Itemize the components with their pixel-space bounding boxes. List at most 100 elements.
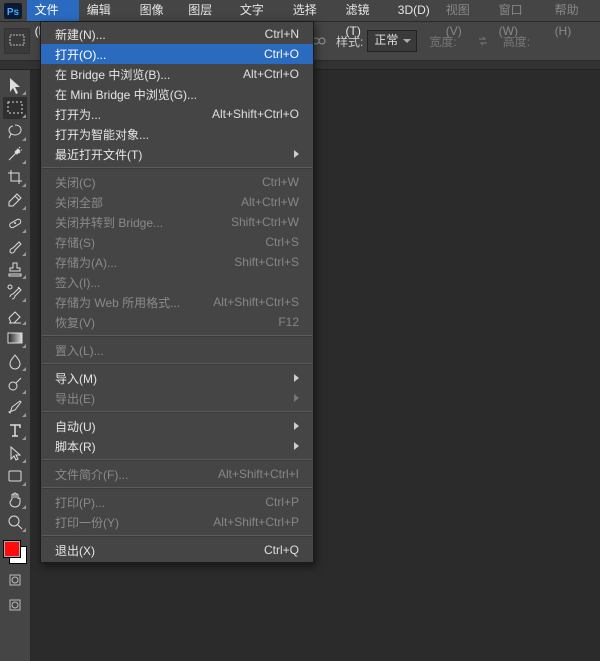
- menubar-item[interactable]: 帮助(H): [547, 0, 600, 21]
- menu-item-shortcut: Ctrl+P: [265, 495, 299, 509]
- menu-item[interactable]: 导入(M): [41, 368, 313, 388]
- menu-item-label: 最近打开文件(T): [55, 146, 142, 163]
- menubar-item[interactable]: 编辑(E): [79, 0, 132, 21]
- menu-item-shortcut: Alt+Shift+Ctrl+I: [218, 467, 299, 481]
- history-brush-tool[interactable]: [3, 281, 27, 303]
- eyedropper-tool[interactable]: [3, 189, 27, 211]
- menubar-item[interactable]: 文字(Y): [232, 0, 285, 21]
- tool-preset-picker[interactable]: [4, 28, 30, 54]
- menu-item: 恢复(V) F12: [41, 312, 313, 332]
- flyout-indicator-icon: [22, 321, 26, 325]
- eraser-tool[interactable]: [3, 304, 27, 326]
- submenu-arrow-icon: [294, 394, 299, 402]
- flyout-indicator-icon: [22, 160, 26, 164]
- style-select[interactable]: 正常: [367, 30, 417, 52]
- menu-item: 存储(S)Ctrl+S: [41, 232, 313, 252]
- menu-item: 打印(P)... Ctrl+P: [41, 492, 313, 512]
- menu-item-label: 存储(S): [55, 234, 95, 251]
- flyout-indicator-icon: [22, 137, 26, 141]
- menu-item[interactable]: 退出(X) Ctrl+Q: [41, 540, 313, 560]
- menu-item-label: 新建(N)...: [55, 26, 106, 43]
- flyout-indicator-icon: [22, 275, 26, 279]
- menu-item[interactable]: 最近打开文件(T): [41, 144, 313, 164]
- menu-item[interactable]: 打开(O)...Ctrl+O: [41, 44, 313, 64]
- menubar-item[interactable]: 选择(S): [285, 0, 338, 21]
- menu-item-label: 恢复(V): [55, 314, 95, 331]
- submenu-arrow-icon: [294, 442, 299, 450]
- menu-item-label: 打开为智能对象...: [55, 126, 149, 143]
- menu-item-shortcut: Ctrl+W: [262, 175, 299, 189]
- crop-tool[interactable]: [3, 166, 27, 188]
- quick-select-tool[interactable]: [3, 143, 27, 165]
- color-swatches[interactable]: [3, 540, 27, 564]
- path-select-tool[interactable]: [3, 442, 27, 464]
- flyout-indicator-icon: [22, 528, 26, 532]
- foreground-color-swatch[interactable]: [3, 540, 21, 558]
- menu-item: 存储为(A)...Shift+Ctrl+S: [41, 252, 313, 272]
- menu-item[interactable]: 新建(N)...Ctrl+N: [41, 24, 313, 44]
- healing-tool[interactable]: [3, 212, 27, 234]
- move-tool[interactable]: [3, 74, 27, 96]
- flyout-indicator-icon: [22, 206, 26, 210]
- marquee-tool[interactable]: [3, 97, 27, 119]
- menu-item: 关闭并转到 Bridge...Shift+Ctrl+W: [41, 212, 313, 232]
- menu-item-label: 打印(P)...: [55, 494, 105, 511]
- menu-item-shortcut: F12: [278, 315, 299, 329]
- menu-item-shortcut: Shift+Ctrl+S: [234, 255, 299, 269]
- menu-separator: [42, 335, 312, 337]
- flyout-indicator-icon: [22, 298, 26, 302]
- menu-separator: [42, 363, 312, 365]
- menu-item-label: 文件简介(F)...: [55, 466, 128, 483]
- stamp-tool[interactable]: [3, 258, 27, 280]
- menu-item[interactable]: 自动(U): [41, 416, 313, 436]
- pen-tool[interactable]: [3, 396, 27, 418]
- menu-item: 打印一份(Y)Alt+Shift+Ctrl+P: [41, 512, 313, 532]
- menu-item-label: 打开为...: [55, 106, 101, 123]
- swap-dims-icon[interactable]: [475, 33, 491, 49]
- brush-tool[interactable]: [3, 235, 27, 257]
- menubar-item[interactable]: 视图(V): [438, 0, 491, 21]
- menubar-item[interactable]: 窗口(W): [491, 0, 547, 21]
- menu-item-shortcut: Ctrl+O: [264, 47, 299, 61]
- submenu-arrow-icon: [294, 374, 299, 382]
- svg-text:Ps: Ps: [7, 7, 20, 18]
- screen-mode-icon[interactable]: [5, 596, 25, 614]
- menu-item[interactable]: 打开为...Alt+Shift+Ctrl+O: [41, 104, 313, 124]
- zoom-tool[interactable]: [3, 511, 27, 533]
- menu-item[interactable]: 脚本(R): [41, 436, 313, 456]
- flyout-indicator-icon: [22, 91, 26, 95]
- blur-tool[interactable]: [3, 350, 27, 372]
- ps-logo: Ps: [0, 0, 27, 21]
- menubar-item[interactable]: 滤镜(T): [338, 0, 390, 21]
- menu-item-shortcut: Ctrl+Q: [264, 543, 299, 557]
- menu-separator: [42, 487, 312, 489]
- menu-item: 文件简介(F)... Alt+Shift+Ctrl+I: [41, 464, 313, 484]
- lasso-tool[interactable]: [3, 120, 27, 142]
- menu-item[interactable]: 打开为智能对象...: [41, 124, 313, 144]
- menu-separator: [42, 459, 312, 461]
- dodge-tool[interactable]: [3, 373, 27, 395]
- style-label: 样式:: [336, 33, 363, 50]
- menu-item-shortcut: Alt+Ctrl+W: [241, 195, 299, 209]
- menubar-item[interactable]: 文件(F): [27, 0, 79, 21]
- menu-item: 关闭(C)Ctrl+W: [41, 172, 313, 192]
- shape-tool[interactable]: [3, 465, 27, 487]
- menubar-item[interactable]: 图层(L): [180, 0, 232, 21]
- flyout-indicator-icon: [22, 252, 26, 256]
- menu-item-label: 脚本(R): [55, 438, 96, 455]
- menu-item[interactable]: 在 Mini Bridge 中浏览(G)...: [41, 84, 313, 104]
- menubar-item[interactable]: 图像(I): [132, 0, 181, 21]
- menubar: Ps 文件(F)编辑(E)图像(I)图层(L)文字(Y)选择(S)滤镜(T)3D…: [0, 0, 600, 22]
- menu-separator: [42, 535, 312, 537]
- menubar-item[interactable]: 3D(D): [390, 0, 438, 21]
- menu-item: 签入(I)...: [41, 272, 313, 292]
- gradient-tool[interactable]: [3, 327, 27, 349]
- menu-item-label: 自动(U): [55, 418, 96, 435]
- menu-item[interactable]: 在 Bridge 中浏览(B)...Alt+Ctrl+O: [41, 64, 313, 84]
- menu-item-label: 置入(L)...: [55, 342, 104, 359]
- quick-mask-icon[interactable]: [5, 571, 25, 589]
- menu-item-label: 退出(X): [55, 542, 95, 559]
- type-tool[interactable]: [3, 419, 27, 441]
- width-label: 宽度:: [429, 33, 456, 50]
- hand-tool[interactable]: [3, 488, 27, 510]
